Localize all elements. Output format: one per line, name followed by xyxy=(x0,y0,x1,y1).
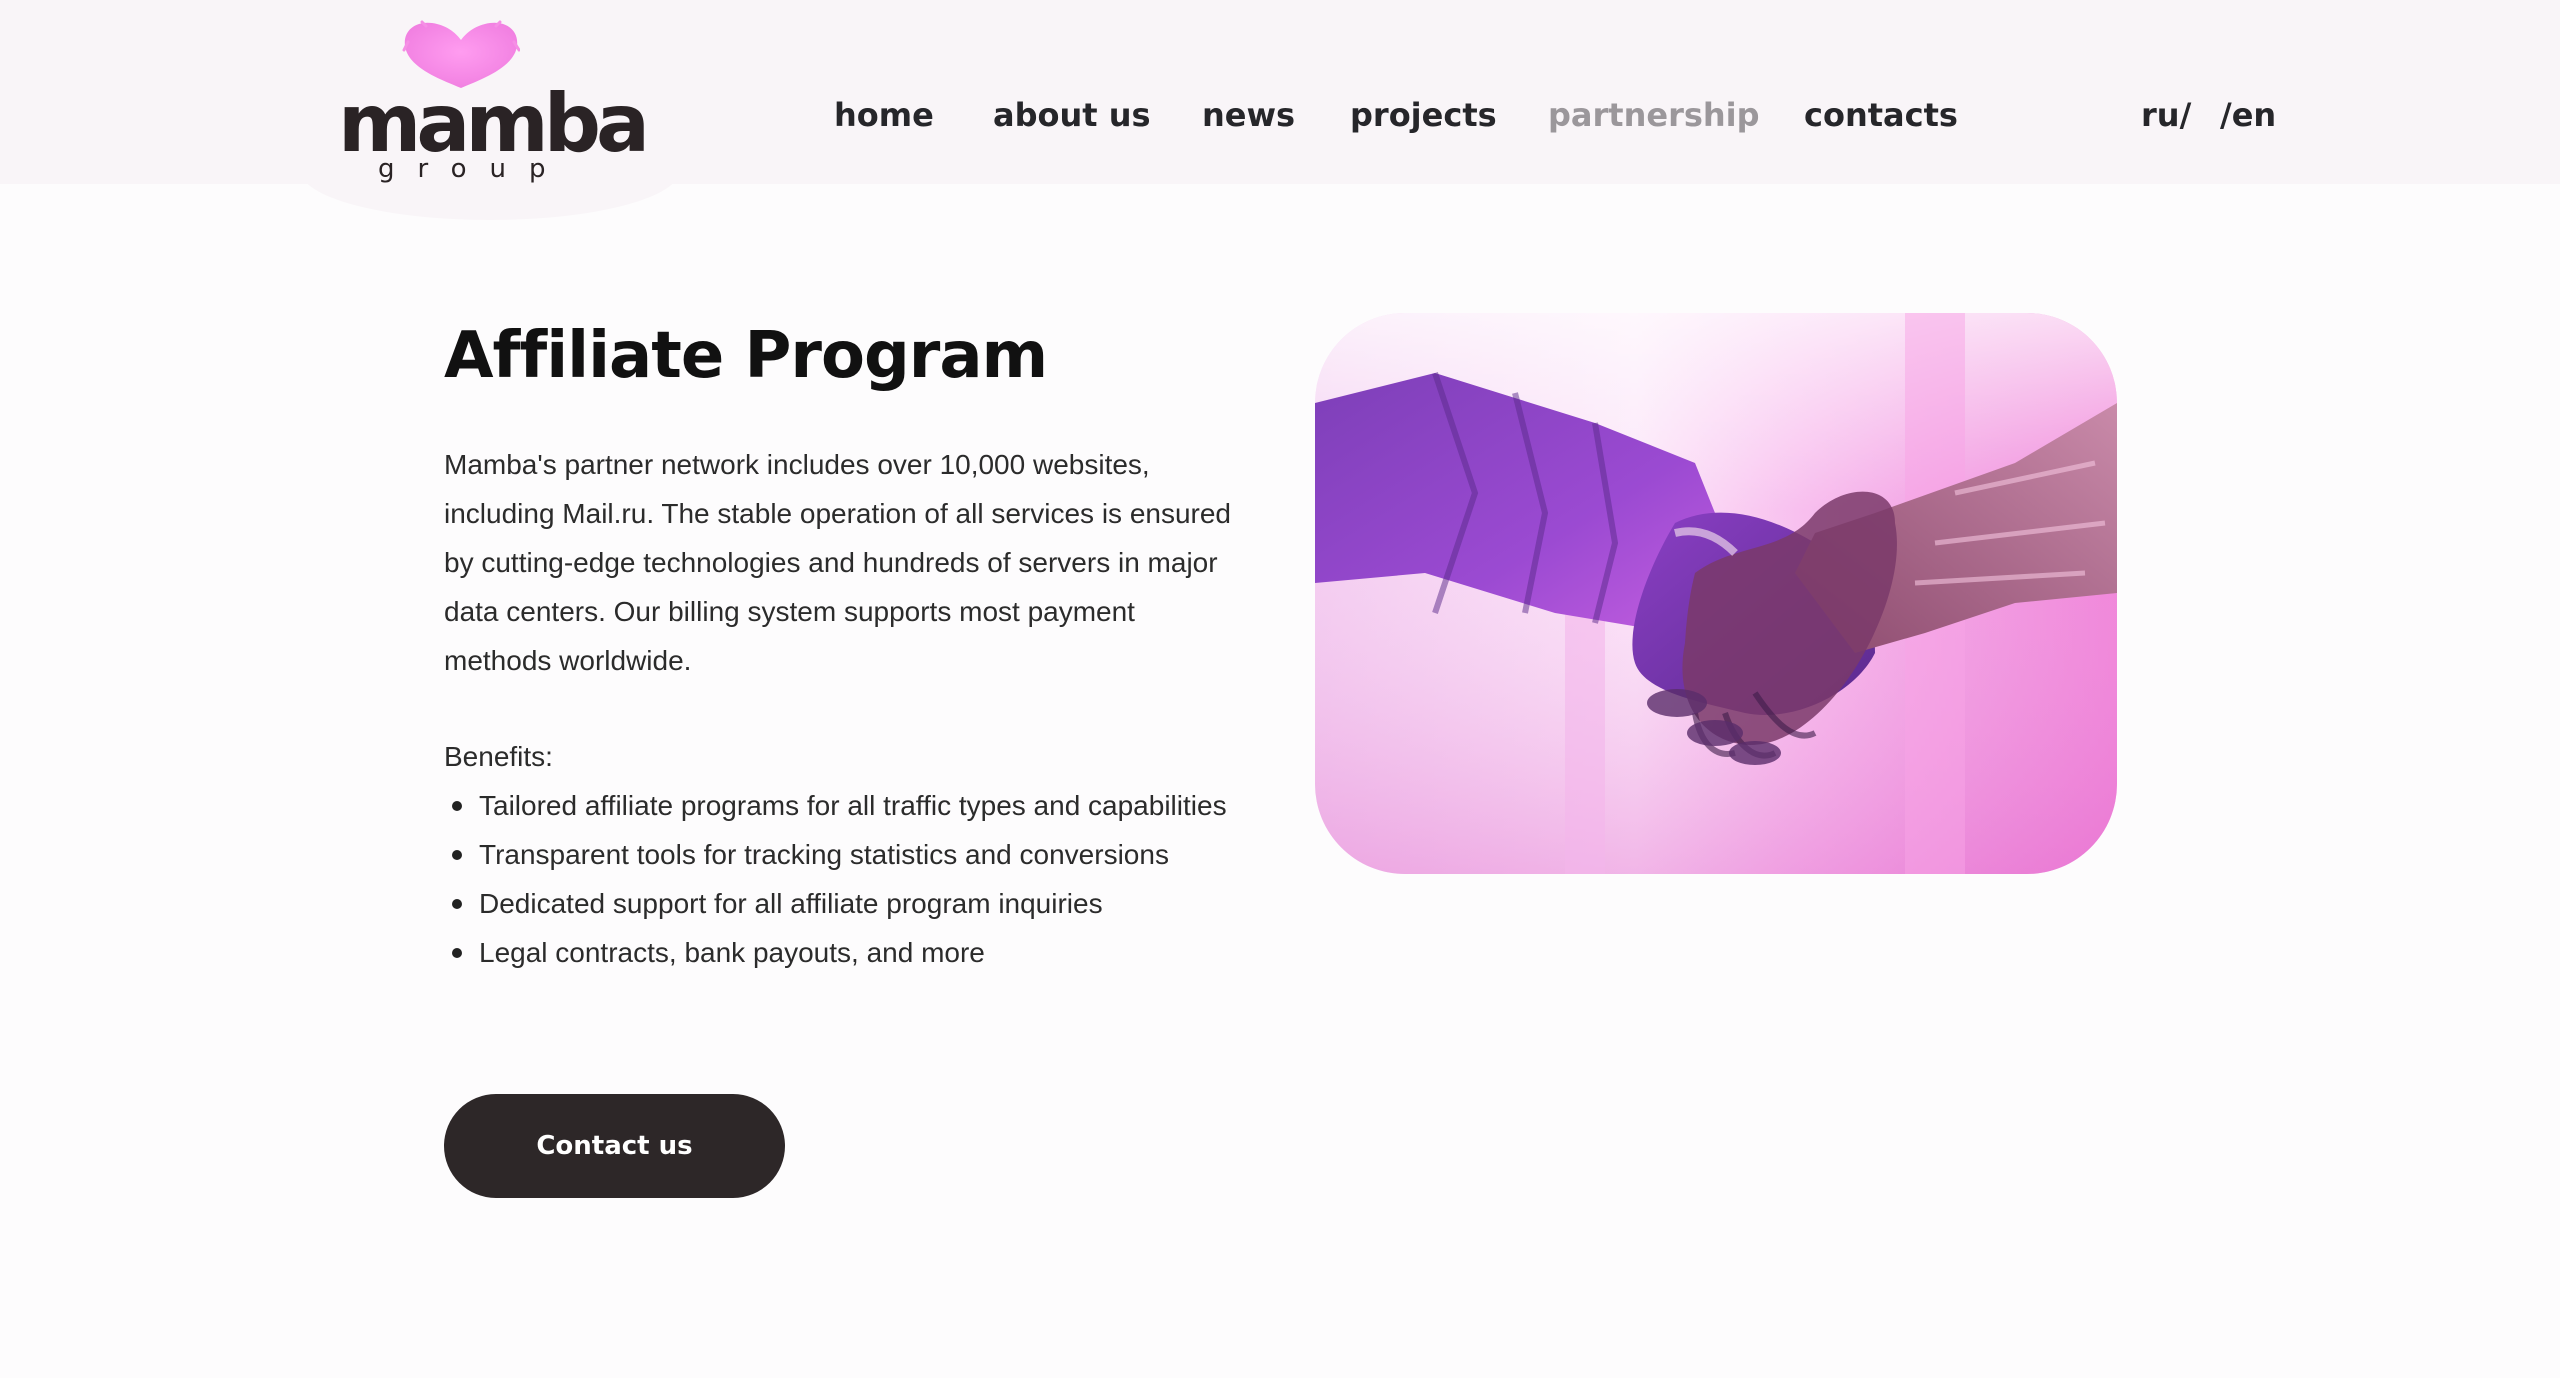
list-item: Tailored affiliate programs for all traf… xyxy=(444,781,1234,830)
benefit-text: Legal contracts, bank payouts, and more xyxy=(479,937,985,968)
bullet-dot-icon xyxy=(452,850,462,860)
list-item: Dedicated support for all affiliate prog… xyxy=(444,879,1234,928)
nav-item-home[interactable]: home xyxy=(834,92,934,138)
main-nav: home about us news projects partnership … xyxy=(0,92,2560,138)
benefit-text: Transparent tools for tracking statistic… xyxy=(479,839,1169,870)
bullet-dot-icon xyxy=(452,801,462,811)
nav-item-news[interactable]: news xyxy=(1202,92,1295,138)
bullet-dot-icon xyxy=(452,899,462,909)
contact-us-button[interactable]: Contact us xyxy=(444,1094,785,1198)
lang-en-link[interactable]: /en xyxy=(2220,92,2276,138)
handshake-illustration xyxy=(1315,313,2117,874)
benefit-text: Tailored affiliate programs for all traf… xyxy=(479,790,1227,821)
benefits-list: Tailored affiliate programs for all traf… xyxy=(444,781,1234,977)
handshake-image xyxy=(1315,313,2117,874)
bullet-dot-icon xyxy=(452,948,462,958)
list-item: Legal contracts, bank payouts, and more xyxy=(444,928,1234,977)
benefits-heading: Benefits: xyxy=(444,741,553,772)
lang-ru-link[interactable]: ru/ xyxy=(2141,92,2191,138)
nav-item-partnership[interactable]: partnership xyxy=(1548,92,1760,138)
logo-subtitle: group xyxy=(378,154,569,184)
benefit-text: Dedicated support for all affiliate prog… xyxy=(479,888,1103,919)
nav-item-about-us[interactable]: about us xyxy=(993,92,1151,138)
intro-paragraph: Mamba's partner network includes over 10… xyxy=(444,449,1232,676)
list-item: Transparent tools for tracking statistic… xyxy=(444,830,1234,879)
page: mamba group home about us news projects … xyxy=(0,0,2560,1378)
nav-item-contacts[interactable]: contacts xyxy=(1804,92,1958,138)
nav-item-projects[interactable]: projects xyxy=(1350,92,1497,138)
page-title: Affiliate Program xyxy=(444,319,1048,393)
